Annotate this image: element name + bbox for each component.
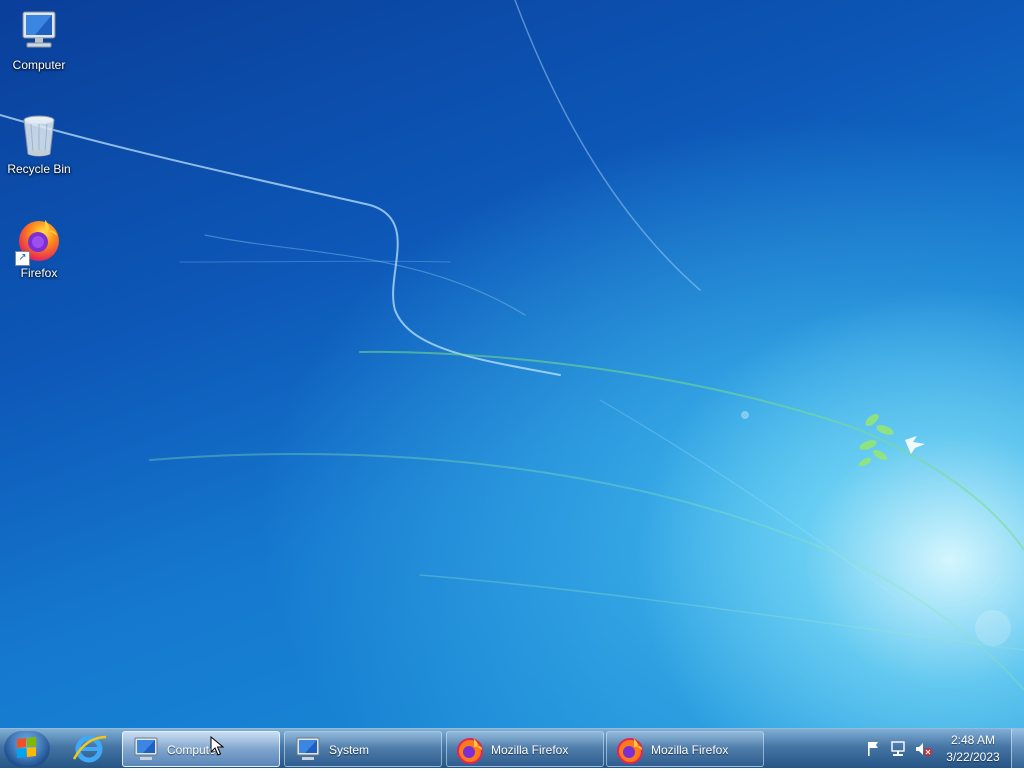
taskbar-button-label: System	[329, 743, 370, 757]
desktop-icon-label: Firefox	[20, 266, 58, 280]
volume-muted-icon[interactable]	[916, 743, 932, 756]
computer-icon	[296, 737, 320, 760]
desktop[interactable]: Computer Recycle Bin ↗ Firefox	[0, 0, 1024, 728]
recycle-bin-icon	[15, 112, 63, 160]
desktop-icon-recycle-bin[interactable]: Recycle Bin	[1, 112, 77, 176]
show-desktop-button[interactable]	[1011, 729, 1024, 768]
start-button[interactable]	[4, 731, 50, 767]
desktop-icon-label: Computer	[12, 58, 66, 72]
internet-explorer-icon	[72, 735, 107, 763]
computer-icon	[15, 8, 63, 56]
taskbar-button-system[interactable]: System	[284, 731, 442, 767]
windows-logo-icon	[17, 737, 36, 758]
desktop-icon-label: Recycle Bin	[7, 162, 71, 176]
wallpaper-art	[0, 0, 1024, 691]
desktop-icon-firefox[interactable]: ↗ Firefox	[1, 216, 77, 280]
taskbar-button-label: Mozilla Firefox	[651, 743, 729, 757]
taskbar-button-firefox-2[interactable]: Mozilla Firefox	[606, 731, 764, 767]
desktop-icon-computer[interactable]: Computer	[1, 8, 77, 72]
shortcut-arrow-icon: ↗	[15, 251, 30, 266]
clock-date: 3/22/2023	[946, 750, 1000, 764]
firefox-icon: ↗	[15, 216, 63, 266]
action-center-flag-icon[interactable]	[868, 742, 878, 756]
taskbar[interactable]: Computer System Mozilla Firefox Mozilla …	[0, 728, 1024, 768]
computer-icon	[134, 737, 158, 760]
firefox-icon	[617, 738, 643, 764]
network-icon[interactable]	[891, 741, 905, 756]
notification-area	[864, 739, 936, 759]
clock-time: 2:48 AM	[950, 733, 996, 747]
taskbar-button-label: Mozilla Firefox	[491, 743, 569, 757]
mouse-cursor-icon	[210, 736, 224, 756]
taskbar-button-computer[interactable]: Computer	[122, 731, 280, 767]
clock[interactable]: 2:48 AM 3/22/2023	[940, 732, 1006, 766]
firefox-icon	[457, 738, 483, 764]
taskbar-button-firefox-1[interactable]: Mozilla Firefox	[446, 731, 604, 767]
internet-explorer-taskbar-button[interactable]	[66, 731, 112, 767]
